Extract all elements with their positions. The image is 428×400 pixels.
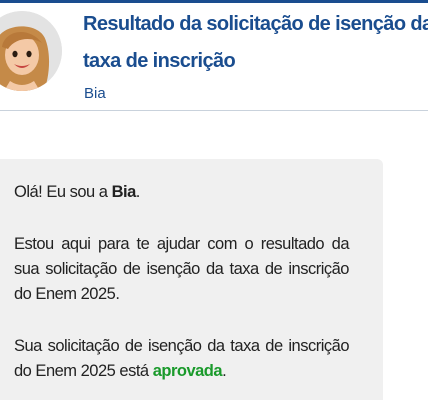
assistant-avatar-icon (0, 11, 62, 91)
greeting-suffix: . (135, 183, 141, 201)
status-approved: aprovada (152, 362, 223, 380)
page-title: Resultado da solicitação de isenção da t… (83, 13, 428, 72)
result-message: Sua solicitação de isenção da taxa de in… (14, 334, 350, 384)
page: Resultado da solicitação de isenção da t… (0, 0, 428, 400)
result-suffix: . (222, 362, 227, 380)
assistant-name: Bia (84, 85, 106, 102)
chat-header: Resultado da solicitação de isenção da t… (0, 3, 428, 111)
assistant-name-bold: Bia (111, 183, 137, 201)
greeting-prefix: Olá! Eu sou a (14, 183, 112, 201)
help-message: Estou aqui para te ajudar com o resultad… (14, 235, 350, 303)
greeting-message: Olá! Eu sou a Bia. (14, 180, 349, 205)
